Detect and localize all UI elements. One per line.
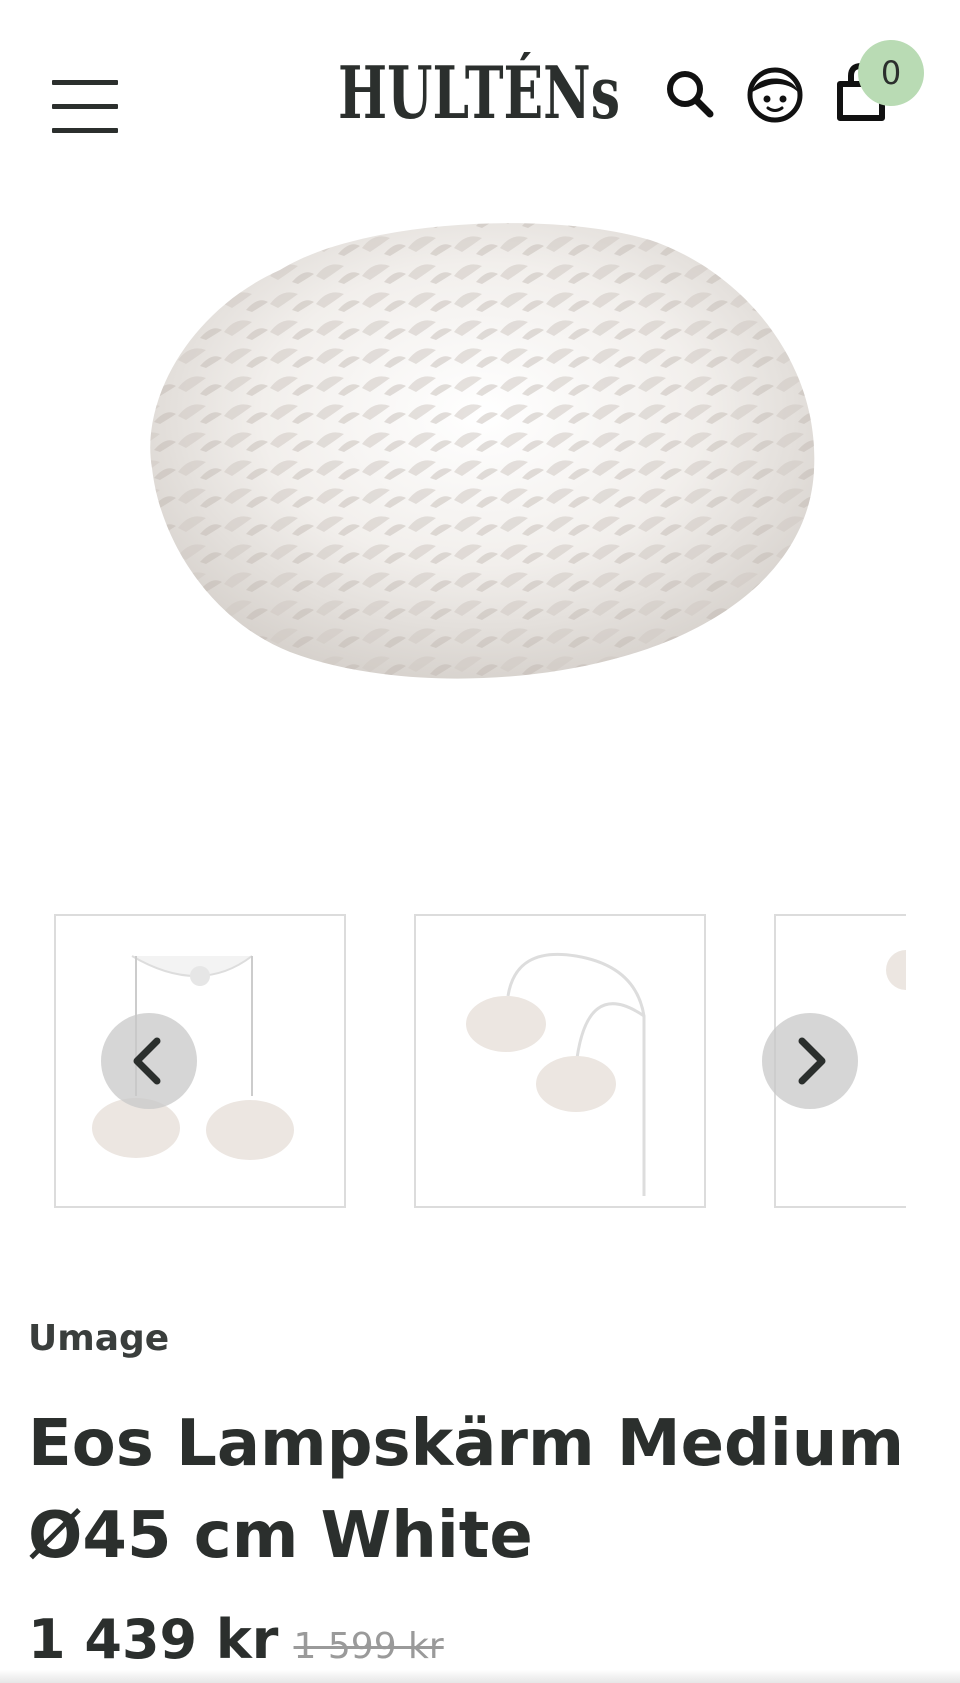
cart-count-badge[interactable]: 0	[858, 40, 924, 106]
product-title-line1: Eos Lampskärm Medium	[28, 1407, 904, 1481]
chevron-left-icon	[133, 1037, 161, 1085]
svg-text:HULTÉNs: HULTÉNs	[338, 52, 620, 132]
product-title-line2: Ø45 cm White	[28, 1499, 533, 1573]
brand-logo[interactable]: HULTÉNs	[338, 52, 620, 132]
current-price: 1 439 kr	[28, 1608, 279, 1671]
bottom-edge	[0, 1670, 960, 1683]
site-header: HULTÉNs 0	[0, 0, 960, 200]
product-title: Eos Lampskärm Medium Ø45 cm White	[28, 1398, 908, 1582]
original-price: 1 599 kr	[293, 1626, 444, 1667]
product-brand[interactable]: Umage	[28, 1318, 169, 1359]
product-page: HULTÉNs 0 Umage Eos Lampskärm Medium Ø45…	[0, 0, 960, 1683]
carousel-prev-button[interactable]	[101, 1013, 197, 1109]
search-icon[interactable]	[662, 66, 718, 122]
hamburger-menu-icon[interactable]	[52, 80, 118, 136]
price-row: 1 439 kr 1 599 kr	[28, 1608, 444, 1671]
thumbnail-pendant-double[interactable]	[54, 914, 346, 1208]
thumbnail-wall-lamp[interactable]	[414, 914, 706, 1208]
chevron-right-icon	[798, 1037, 826, 1085]
account-face-icon[interactable]	[746, 66, 804, 124]
carousel-next-button[interactable]	[762, 1013, 858, 1109]
product-main-image[interactable]	[130, 200, 830, 720]
